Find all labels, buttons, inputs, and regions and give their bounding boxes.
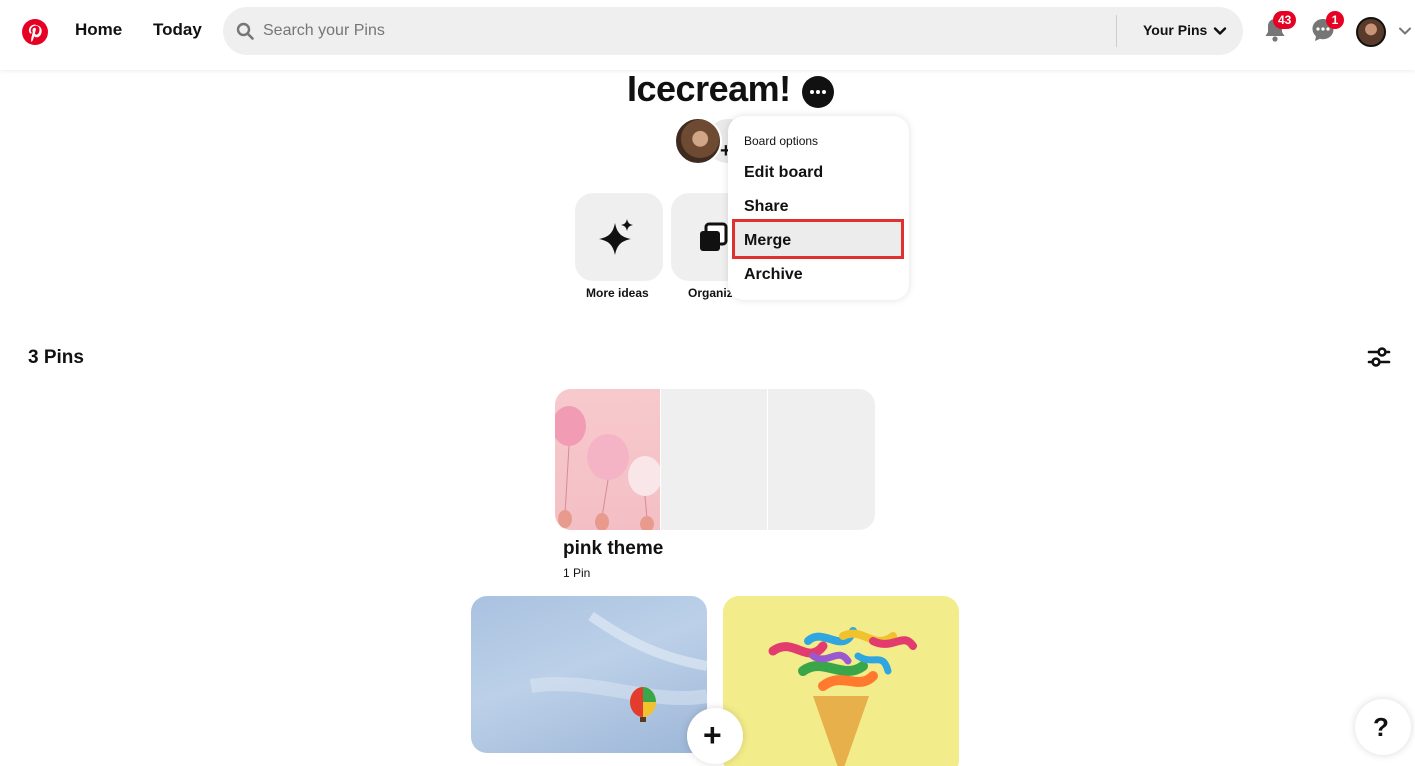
pinterest-logo-icon[interactable] xyxy=(22,19,48,45)
search-bar[interactable]: Your Pins xyxy=(223,7,1243,55)
pin-card-hot-air-balloon[interactable] xyxy=(471,596,707,753)
board-options-menu: Board options Edit board Share Merge Arc… xyxy=(728,116,909,300)
search-scope-label[interactable]: Your Pins xyxy=(1143,22,1207,38)
board-title: Icecream! xyxy=(627,68,791,109)
messages-badge: 1 xyxy=(1326,11,1344,29)
more-ideas-button[interactable] xyxy=(575,193,663,281)
nav-home-link[interactable]: Home xyxy=(75,20,122,40)
menu-item-merge[interactable]: Merge xyxy=(744,232,791,250)
chevron-down-icon[interactable] xyxy=(1398,24,1412,38)
help-icon: ? xyxy=(1373,712,1389,742)
more-dot-icon xyxy=(822,90,826,94)
collaborator-avatar[interactable] xyxy=(674,117,722,165)
search-input[interactable] xyxy=(263,7,1103,55)
pink-balloons-image xyxy=(555,406,662,530)
search-divider xyxy=(1116,15,1117,47)
organize-label: Organize xyxy=(688,286,732,300)
profile-avatar[interactable] xyxy=(1356,17,1386,47)
chevron-down-icon[interactable] xyxy=(1213,24,1227,38)
menu-item-edit-board[interactable]: Edit board xyxy=(744,164,823,182)
search-icon xyxy=(236,22,254,40)
top-navigation-bar: Home Today Your Pins 43 1 xyxy=(0,0,1415,70)
section-cover-image xyxy=(555,389,662,530)
filter-icon[interactable] xyxy=(1366,344,1392,370)
section-divider xyxy=(767,389,768,530)
add-pin-button[interactable]: + xyxy=(687,708,743,764)
menu-header: Board options xyxy=(744,134,819,148)
menu-item-archive[interactable]: Archive xyxy=(744,266,803,284)
hot-air-balloon-image xyxy=(529,611,707,722)
help-button[interactable]: ? xyxy=(1355,699,1411,755)
more-ideas-label: More ideas xyxy=(586,286,649,300)
section-pin-count: 1 Pin xyxy=(563,566,591,580)
more-dot-icon xyxy=(816,90,820,94)
more-dot-icon xyxy=(810,90,814,94)
nav-today-link[interactable]: Today xyxy=(153,20,202,40)
menu-item-share[interactable]: Share xyxy=(744,198,788,216)
ice-cream-cone-image xyxy=(768,627,917,766)
section-card-pink-theme[interactable] xyxy=(555,389,875,530)
notifications-badge: 43 xyxy=(1273,11,1297,29)
pins-count: 3 Pins xyxy=(28,347,84,368)
section-placeholder xyxy=(661,389,767,530)
board-options-button[interactable] xyxy=(802,76,834,108)
plus-icon: + xyxy=(703,717,722,753)
sparkle-icon xyxy=(599,219,633,255)
section-title[interactable]: pink theme xyxy=(563,538,663,560)
pin-card-ice-cream-cone[interactable] xyxy=(723,596,959,766)
